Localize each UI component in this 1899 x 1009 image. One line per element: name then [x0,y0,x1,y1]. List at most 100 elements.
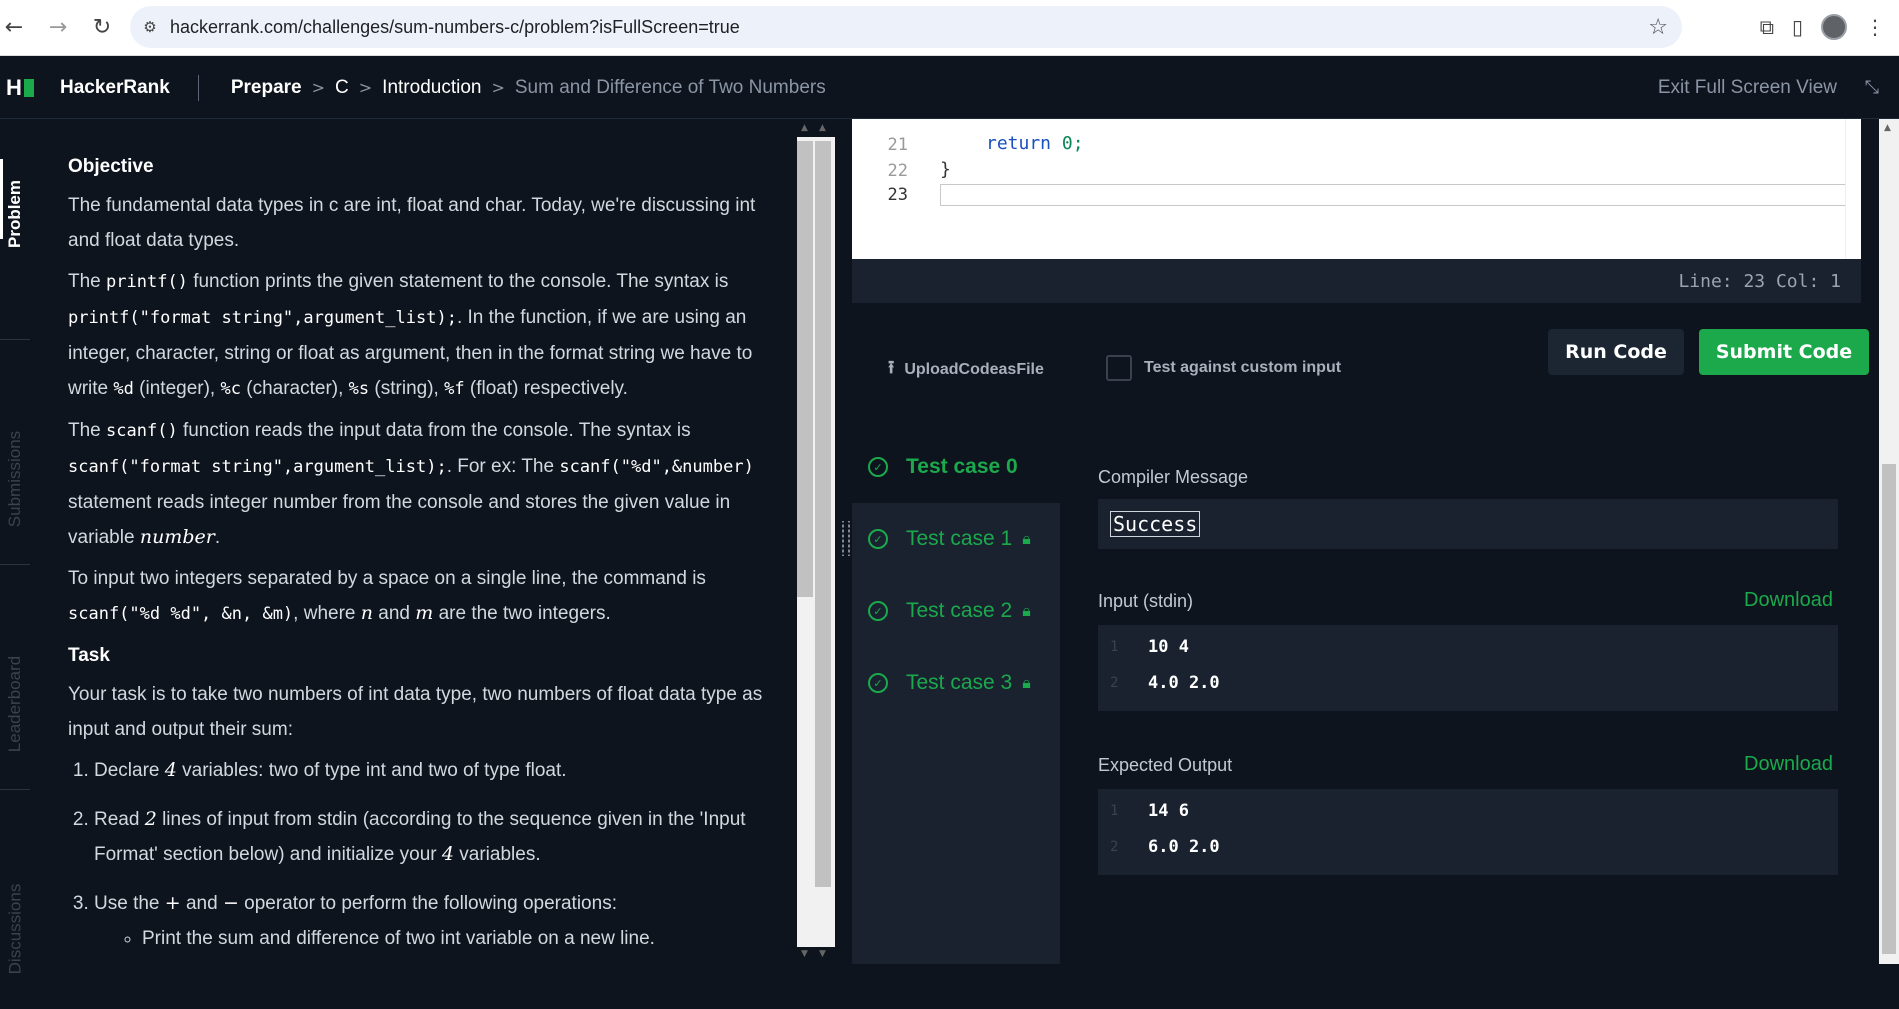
scroll-thumb[interactable] [797,141,813,597]
vertical-tab-bar: Problem Submissions Leaderboard Discussi… [0,119,30,974]
paragraph: The scanf() function reads the input dat… [68,413,765,555]
list-item: Read 2 lines of input from stdin (accord… [94,802,765,872]
compiler-message-box: Success [1098,499,1838,549]
tab-divider [0,564,30,565]
line-value: 14 6 [1148,801,1189,821]
scroll-up-arrow-icon[interactable]: ▲ [1884,123,1891,133]
text: The [68,271,107,292]
output-row: 1 14 6 [1098,795,1838,831]
current-line-highlight [940,184,1860,206]
editor-scrollbar[interactable] [1845,119,1861,259]
breadcrumb-current: Sum and Difference of Two Numbers [514,76,826,98]
compiler-message-label: Compiler Message [1098,467,1249,487]
list-item: Print the sum and difference of two int … [142,921,765,956]
check-circle-icon: ✓ [868,601,888,621]
text: Use the [94,893,165,914]
line-number: 2 [1110,839,1119,855]
site-settings-icon[interactable]: ⚙ [130,18,170,36]
test-case-2[interactable]: ✓ Test case 2 🔒︎ [852,575,1060,647]
tab-submissions[interactable]: Submissions [0,399,30,559]
submit-code-button[interactable]: Submit Code [1699,329,1869,375]
paragraph: The fundamental data types in c are int,… [68,195,756,251]
code-text: 0; [1051,133,1084,154]
text: , where [293,603,361,624]
menu-kebab-icon[interactable]: ⋮ [1865,15,1885,39]
exit-fullscreen-link[interactable]: Exit Full Screen View [1658,77,1837,99]
tab-discussions-label: Discussions [5,883,25,975]
text: and [373,603,416,624]
breadcrumb: Prepare > C > Introduction > Sum and Dif… [231,77,826,99]
custom-input-toggle[interactable]: Test against custom input [1106,355,1341,381]
math: + [164,892,181,914]
math: − [222,892,239,914]
scroll-thumb[interactable] [815,141,831,887]
tab-problem[interactable]: Problem [0,159,30,269]
pane-splitter[interactable]: :::::::::::::: [837,119,852,964]
tab-leaderboard-label: Leaderboard [5,655,25,753]
code: scanf("%d",&number) [559,457,754,477]
text: (float) respectively. [464,378,628,399]
line-value: 6.0 2.0 [1148,837,1220,857]
code: printf() [106,272,188,292]
text: variables. [454,844,541,865]
tab-leaderboard[interactable]: Leaderboard [0,624,30,784]
test-case-0[interactable]: ✓ Test case 0 [852,431,1060,503]
problem-scrollbar[interactable]: ▲ ▲ ▼ ▼ [795,119,837,964]
test-case-3[interactable]: ✓ Test case 3 🔒︎ [852,647,1060,719]
expected-output-label: Expected Output [1098,755,1233,775]
hackerrank-logo[interactable]: H [6,75,42,100]
bookmark-star-icon[interactable]: ☆ [1648,15,1668,40]
page-scrollbar[interactable]: ▲ [1879,119,1899,964]
extensions-icon[interactable]: ⧉ [1760,15,1774,39]
browser-toolbar: ← → ↻ ⚙ hackerrank.com/challenges/sum-nu… [0,0,1899,56]
forward-arrow-icon[interactable]: → [36,6,80,50]
breadcrumb-introduction[interactable]: Introduction [382,77,481,99]
scroll-up-arrow-icon[interactable]: ▲ [819,123,826,133]
scroll-down-arrow-icon[interactable]: ▼ [819,949,826,959]
text: function prints the given statement to t… [187,271,729,292]
math: number [139,526,215,548]
objective-heading: Objective [68,156,154,177]
code-editor[interactable]: 21 return 0; 22 } 23 [852,119,1861,259]
code-line: } [940,159,951,180]
editor-status-bar: Line: 23 Col: 1 [852,259,1861,303]
code: scanf("%d %d", &n, &m) [68,604,294,624]
problem-statement: Objective The fundamental data types in … [30,119,795,964]
code: scanf() [106,421,178,441]
tab-divider [0,339,30,340]
drag-handle-icon[interactable]: :::::::::::::: [840,519,852,561]
upload-icon: ⭱ [888,357,895,378]
reload-icon[interactable]: ↻ [80,6,124,50]
code: %c [220,379,241,399]
breadcrumb-prepare[interactable]: Prepare [231,77,302,99]
custom-input-checkbox[interactable] [1106,355,1132,381]
tab-discussions[interactable]: Discussions [0,849,30,1009]
download-input-link[interactable]: Download [1744,589,1833,612]
upload-code-button[interactable]: ⭱ UploadCodeasFile [888,355,1044,385]
breadcrumb-c[interactable]: C [335,77,349,99]
side-panel-icon[interactable]: ▯ [1792,15,1803,39]
download-expected-link[interactable]: Download [1744,753,1833,776]
address-bar[interactable]: ⚙ hackerrank.com/challenges/sum-numbers-… [130,6,1682,48]
test-case-label: Test case 1 [906,527,1013,550]
active-tab-indicator [0,159,3,239]
paragraph: Your task is to take two numbers of int … [68,684,763,740]
back-arrow-icon[interactable]: ← [0,6,36,50]
profile-avatar[interactable] [1821,14,1847,40]
run-code-button[interactable]: Run Code [1548,329,1684,375]
text: (character), [240,378,349,399]
text: To input two integers separated by a spa… [68,568,706,589]
scroll-down-arrow-icon[interactable]: ▼ [801,949,808,959]
test-case-1[interactable]: ✓ Test case 1 🔒︎ [852,503,1060,575]
test-results: ✓ Test case 0 ✓ Test case 1 🔒︎ ✓ Test case 2… [852,431,1861,964]
scroll-up-arrow-icon[interactable]: ▲ [801,123,808,133]
brand-name[interactable]: HackerRank [60,77,170,99]
keyword: return [986,133,1052,154]
collapse-icon[interactable]: ⤡ [1865,77,1879,98]
list-item: Declare 4 variables: two of type int and… [94,753,765,788]
text: are the two integers. [433,603,611,624]
scroll-thumb[interactable] [1882,464,1896,954]
list-item: Use the + and − operator to perform the … [94,886,765,956]
editor-panel: 21 return 0; 22 } 23 Line: 23 Col: 1 ⭱ Up… [852,119,1879,964]
line-value: 4.0 2.0 [1148,673,1220,693]
